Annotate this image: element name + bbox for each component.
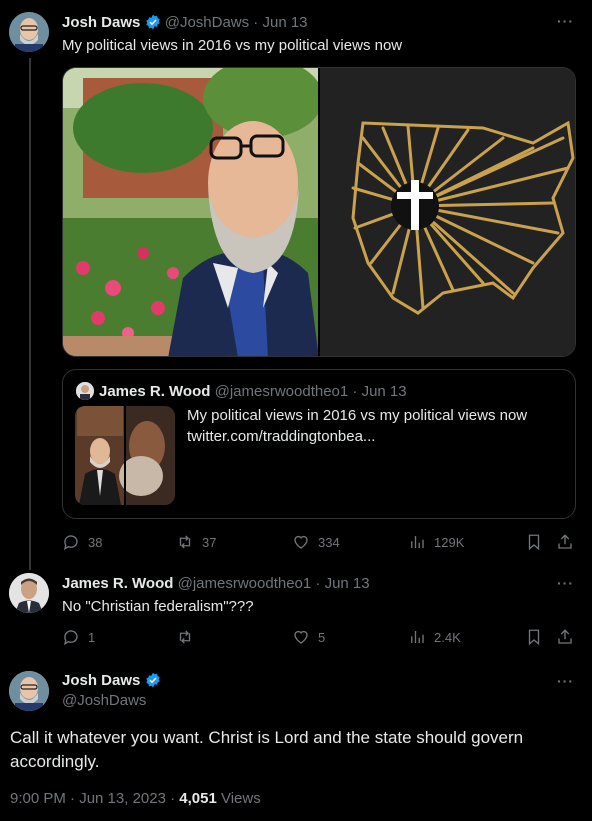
share-icon: [558, 534, 572, 549]
retweet-icon: [179, 535, 191, 549]
avatar-image: [9, 12, 49, 52]
heart-icon: [294, 535, 308, 549]
heart-icon: [294, 630, 308, 644]
quote-thumbnail: [75, 406, 175, 505]
tweet-timestamp[interactable]: 9:00 PM · Jun 13, 2023 ·: [10, 790, 179, 807]
tweet-media[interactable]: [62, 67, 576, 357]
bookmark-icon: [528, 534, 540, 551]
bookmark-button[interactable]: [525, 533, 543, 551]
author-name[interactable]: Josh Daws: [62, 14, 140, 31]
reply-button[interactable]: 1: [62, 628, 95, 646]
reply-icon: [63, 535, 78, 551]
quote-avatar: [76, 382, 94, 400]
more-options-icon[interactable]: ···: [557, 13, 574, 29]
verified-badge-icon: [145, 14, 160, 30]
author-handle[interactable]: @JoshDaws: [165, 14, 249, 31]
bookmark-button[interactable]: [525, 628, 543, 646]
quote-link[interactable]: twitter.com/traddingtonbea...: [187, 428, 375, 445]
author-handle[interactable]: @jamesrwoodtheo1: [178, 575, 312, 592]
views-icon: [411, 631, 424, 643]
views-button[interactable]: 129K: [408, 533, 464, 551]
avatar[interactable]: [9, 12, 49, 52]
quote-author-handle: @jamesrwoodtheo1: [214, 383, 349, 400]
retweet-icon: [179, 630, 191, 644]
tweet-text: No "Christian federalism"???: [62, 598, 254, 615]
like-button[interactable]: 5: [292, 628, 325, 646]
retweet-button[interactable]: [176, 628, 202, 646]
tweet-date[interactable]: Jun 13: [262, 14, 307, 31]
avatar[interactable]: [9, 671, 49, 711]
share-button[interactable]: [556, 628, 574, 646]
share-icon: [558, 629, 572, 644]
thread-line: [29, 58, 31, 570]
avatar[interactable]: [9, 573, 49, 613]
more-options-icon[interactable]: ···: [557, 673, 574, 689]
views-count: 4,051: [179, 790, 217, 807]
retweet-button[interactable]: 37: [176, 533, 216, 551]
quote-author-name: James R. Wood: [99, 383, 211, 400]
tweet-text: My political views in 2016 vs my politic…: [62, 37, 403, 54]
reply-icon: [63, 630, 78, 646]
like-button[interactable]: 334: [292, 533, 340, 551]
quote-text: My political views in 2016 vs my politic…: [187, 407, 528, 424]
retweet-count: 37: [202, 534, 217, 550]
bookmark-icon: [528, 629, 540, 646]
media-image: [63, 68, 575, 356]
verified-badge-icon: [145, 672, 160, 688]
quote-date: Jun 13: [361, 383, 407, 400]
reply-count: 38: [88, 534, 103, 550]
author-name[interactable]: Josh Daws: [62, 672, 140, 689]
tweet-date[interactable]: Jun 13: [325, 575, 370, 592]
avatar-image: [9, 573, 49, 613]
author-handle[interactable]: @JoshDaws: [62, 692, 146, 709]
views-count: 2.4K: [434, 629, 461, 645]
reply-count: 1: [88, 629, 96, 645]
more-options-icon[interactable]: ···: [557, 575, 574, 591]
avatar-image: [9, 671, 49, 711]
views-icon: [411, 536, 424, 548]
author-name[interactable]: James R. Wood: [62, 575, 173, 592]
like-count: 334: [318, 534, 340, 550]
like-count: 5: [318, 629, 326, 645]
main-tweet-text: Call it whatever you want. Christ is Lor…: [10, 728, 524, 771]
views-count: 129K: [434, 534, 465, 550]
views-button[interactable]: 2.4K: [408, 628, 461, 646]
share-button[interactable]: [556, 533, 574, 551]
views-label: Views: [216, 790, 261, 807]
reply-button[interactable]: 38: [62, 533, 102, 551]
